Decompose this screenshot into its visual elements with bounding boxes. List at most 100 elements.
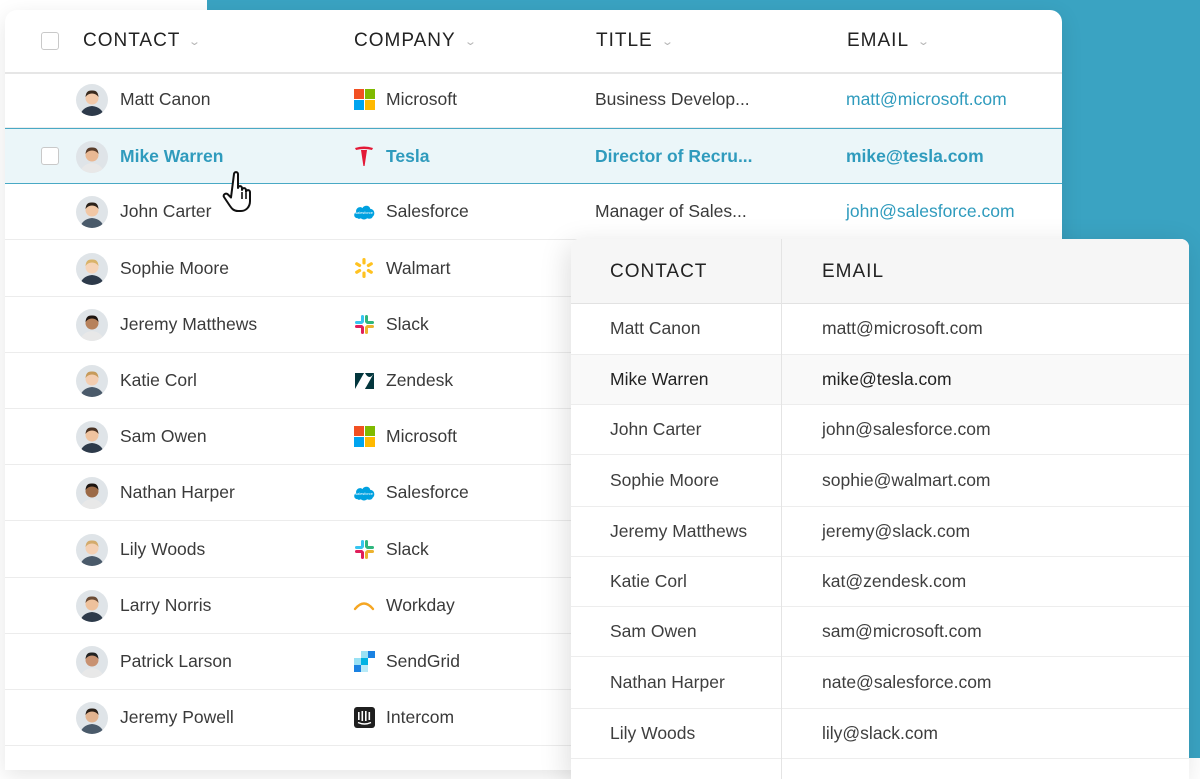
- email-lookup-panel: CONTACT EMAIL Matt Canon matt@microsoft.c…: [571, 239, 1189, 779]
- panel-header-contact: CONTACT: [610, 261, 708, 282]
- table-row[interactable]: John Carter salesforce Salesforce Manager o…: [5, 184, 1062, 241]
- avatar: [76, 646, 108, 678]
- contact-name[interactable]: Sam Owen: [120, 409, 207, 464]
- intercom-logo-icon: [353, 707, 375, 729]
- chevron-down-icon: ⌄: [916, 35, 932, 48]
- panel-header-email: EMAIL: [822, 261, 885, 282]
- contact-name[interactable]: Mike Warren: [120, 129, 223, 183]
- avatar: [76, 141, 108, 174]
- panel-contact-name: Katie Corl: [610, 571, 687, 591]
- panel-header: CONTACT EMAIL: [571, 239, 1189, 304]
- salesforce-logo-icon: salesforce: [353, 201, 375, 223]
- table-header: CONTACT ⌄ COMPANY ⌄ TITLE ⌄ EMAIL ⌄: [5, 10, 1062, 74]
- avatar: [76, 84, 108, 116]
- panel-row[interactable]: Sam Owen sam@microsoft.com: [571, 607, 1189, 657]
- company-cell: salesforce Salesforce: [353, 184, 469, 239]
- contact-name[interactable]: Patrick Larson: [120, 634, 232, 689]
- contact-name[interactable]: Lily Woods: [120, 522, 205, 577]
- chevron-down-icon: ⌄: [660, 35, 675, 48]
- company-cell: Walmart: [353, 241, 451, 296]
- panel-row[interactable]: Mike Warren mike@tesla.com: [571, 355, 1189, 405]
- company-cell: salesforce Salesforce: [353, 465, 469, 520]
- panel-email[interactable]: mike@tesla.com: [822, 355, 952, 404]
- avatar: [76, 477, 108, 510]
- avatar: [76, 702, 108, 735]
- panel-email[interactable]: lily@slack.com: [822, 709, 938, 758]
- contact-name[interactable]: Jeremy Powell: [120, 690, 234, 745]
- column-header-label: EMAIL: [847, 30, 910, 51]
- panel-row[interactable]: Lily Woods lily@slack.com: [571, 709, 1189, 759]
- svg-text:salesforce: salesforce: [355, 491, 373, 496]
- panel-email[interactable]: kat@zendesk.com: [822, 557, 966, 606]
- company-cell: SendGrid: [353, 634, 460, 689]
- zendesk-logo-icon: [353, 370, 375, 392]
- job-title: Manager of Sales...: [595, 201, 747, 222]
- avatar: [76, 365, 108, 397]
- panel-row[interactable]: Nathan Harper nate@salesforce.com: [571, 657, 1189, 709]
- company-name: Intercom: [386, 707, 455, 728]
- column-header-title[interactable]: TITLE ⌄: [596, 30, 675, 52]
- microsoft-logo-icon: [353, 426, 375, 448]
- slack-logo-icon: [353, 313, 375, 335]
- contact-name[interactable]: Katie Corl: [120, 353, 197, 408]
- company-cell: Slack: [353, 522, 429, 577]
- tesla-logo-icon: [353, 145, 375, 167]
- company-cell: Tesla: [353, 129, 429, 183]
- company-name: Slack: [386, 313, 429, 334]
- panel-row[interactable]: Katie Corl kat@zendesk.com: [571, 557, 1189, 607]
- email-link[interactable]: mike@tesla.com: [846, 129, 984, 183]
- panel-email[interactable]: sam@microsoft.com: [822, 607, 982, 656]
- contact-name[interactable]: Nathan Harper: [120, 465, 235, 520]
- company-name: Microsoft: [386, 426, 457, 447]
- company-name: Tesla: [386, 145, 430, 166]
- panel-email[interactable]: sophie@walmart.com: [822, 455, 991, 506]
- panel-contact-name: Nathan Harper: [610, 672, 725, 692]
- select-all-checkbox[interactable]: [41, 32, 59, 50]
- column-header-email[interactable]: EMAIL ⌄: [847, 30, 932, 52]
- avatar: [76, 308, 108, 341]
- company-name: Walmart: [386, 257, 451, 278]
- workday-logo-icon: [353, 594, 375, 616]
- avatar: [76, 589, 108, 622]
- company-name: Workday: [386, 594, 455, 615]
- chevron-down-icon: ⌄: [463, 35, 478, 48]
- contact-name[interactable]: Larry Norris: [120, 578, 211, 633]
- avatar: [76, 421, 108, 454]
- slack-logo-icon: [353, 538, 375, 560]
- email-link[interactable]: john@salesforce.com: [846, 184, 1015, 239]
- company-name: Salesforce: [386, 201, 469, 222]
- contact-name[interactable]: Jeremy Matthews: [120, 297, 257, 352]
- panel-row[interactable]: Jeremy Matthews jeremy@slack.com: [571, 507, 1189, 557]
- panel-contact-name: Sophie Moore: [610, 470, 719, 490]
- panel-row[interactable]: John Carter john@salesforce.com: [571, 405, 1189, 455]
- column-header-contact[interactable]: CONTACT ⌄: [83, 30, 201, 52]
- salesforce-logo-icon: salesforce: [353, 482, 375, 504]
- contact-name[interactable]: John Carter: [120, 184, 211, 239]
- contact-name[interactable]: Matt Canon: [120, 72, 210, 127]
- column-header-label: COMPANY: [354, 30, 456, 51]
- avatar: [76, 533, 108, 566]
- sendgrid-logo-icon: [353, 651, 375, 673]
- walmart-logo-icon: [353, 257, 375, 279]
- panel-row[interactable]: Sophie Moore sophie@walmart.com: [571, 455, 1189, 507]
- contact-name[interactable]: Sophie Moore: [120, 241, 229, 296]
- job-title: Business Develop...: [595, 89, 750, 109]
- panel-contact-name: Matt Canon: [610, 318, 701, 338]
- panel-row[interactable]: Matt Canon matt@microsoft.com: [571, 303, 1189, 355]
- panel-email[interactable]: matt@microsoft.com: [822, 303, 983, 354]
- column-divider: [781, 239, 782, 779]
- table-row[interactable]: Matt Canon Microsoft Business Develop... ma…: [5, 72, 1062, 128]
- company-cell: Slack: [353, 297, 429, 352]
- panel-email[interactable]: john@salesforce.com: [822, 405, 991, 454]
- company-name: SendGrid: [386, 651, 460, 671]
- company-name: Salesforce: [386, 482, 469, 503]
- panel-email[interactable]: nate@salesforce.com: [822, 657, 992, 708]
- table-row[interactable]: Mike Warren Tesla Director of Recru... mike…: [5, 128, 1062, 185]
- panel-contact-name: Lily Woods: [610, 723, 696, 743]
- chevron-down-icon: ⌄: [188, 35, 203, 48]
- row-checkbox[interactable]: [41, 147, 59, 166]
- email-link[interactable]: matt@microsoft.com: [846, 72, 1007, 127]
- panel-email[interactable]: jeremy@slack.com: [822, 507, 970, 556]
- company-cell: Zendesk: [353, 353, 453, 408]
- column-header-company[interactable]: COMPANY ⌄: [354, 30, 478, 52]
